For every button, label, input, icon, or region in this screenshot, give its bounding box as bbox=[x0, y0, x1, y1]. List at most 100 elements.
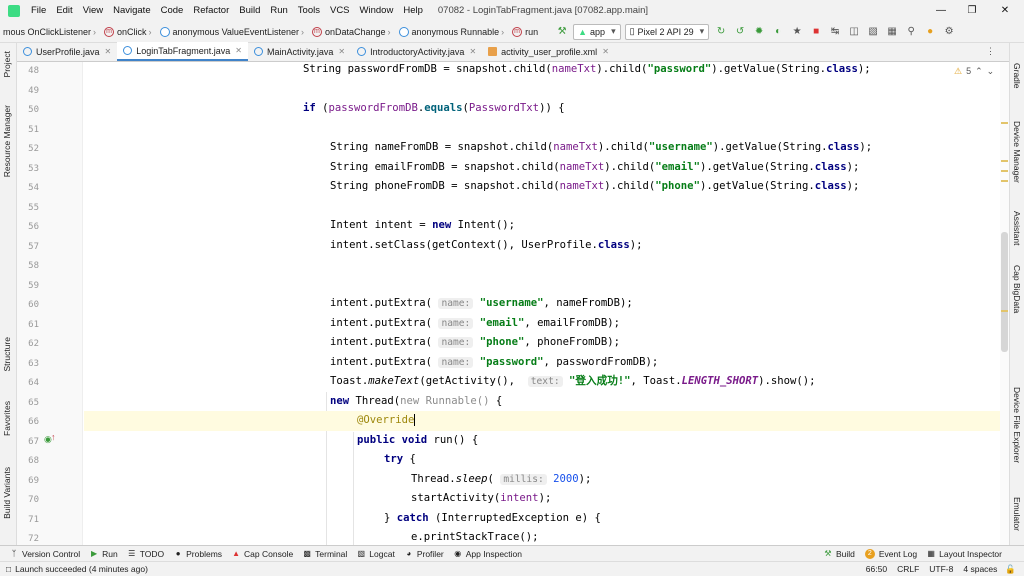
menu-code[interactable]: Code bbox=[156, 0, 189, 21]
debug-icon[interactable]: ✹ bbox=[752, 25, 766, 39]
sync-icon[interactable]: ↹ bbox=[828, 25, 842, 39]
line-separator[interactable]: CRLF bbox=[897, 564, 919, 574]
warning-marker[interactable] bbox=[1001, 310, 1008, 312]
menu-vcs[interactable]: VCS bbox=[325, 0, 355, 21]
warning-marker[interactable] bbox=[1001, 122, 1008, 124]
terminal-button[interactable]: ▩ Terminal bbox=[303, 549, 347, 559]
layout-inspector-button[interactable]: ▦ Layout Inspector bbox=[927, 549, 1002, 559]
minimize-icon[interactable]: — bbox=[926, 0, 956, 21]
play-icon: ▶ bbox=[91, 549, 98, 558]
structure-panel-button[interactable]: Structure bbox=[2, 337, 12, 372]
cap-bigdata-panel-button[interactable]: Cap BigData bbox=[1012, 265, 1022, 313]
status-message[interactable]: Launch succeeded (4 minutes ago) bbox=[15, 564, 148, 574]
build-button[interactable]: ⚒ Build bbox=[824, 549, 855, 559]
menu-refactor[interactable]: Refactor bbox=[188, 0, 234, 21]
apply-changes-icon[interactable]: ↺ bbox=[733, 25, 747, 39]
line-number: 58 bbox=[28, 261, 39, 271]
run-config-select[interactable]: ▲ app ▾ bbox=[573, 23, 621, 40]
menu-help[interactable]: Help bbox=[398, 0, 428, 21]
run-button[interactable]: ▶ Run bbox=[90, 549, 118, 559]
layout-inspector-icon: ▦ bbox=[927, 549, 935, 558]
override-marker-icon[interactable]: ↑ bbox=[51, 432, 56, 442]
close-tab-icon[interactable]: ✕ bbox=[469, 47, 476, 56]
indent-setting[interactable]: 4 spaces bbox=[963, 564, 997, 574]
profiler-button[interactable]: ◕ Profiler bbox=[405, 549, 443, 559]
close-icon[interactable]: ✕ bbox=[990, 0, 1020, 21]
menu-tools[interactable]: Tools bbox=[293, 0, 325, 21]
version-control-button[interactable]: ᛉ Version Control bbox=[10, 549, 81, 559]
phone-icon: ▯ bbox=[629, 26, 635, 36]
menu-window[interactable]: Window bbox=[355, 0, 399, 21]
tab-mainactivity[interactable]: MainActivity.java ✕ bbox=[248, 42, 351, 61]
close-tab-icon[interactable]: ✕ bbox=[105, 47, 112, 56]
problems-button[interactable]: ● Problems bbox=[174, 549, 222, 559]
breadcrumb-item[interactable]: m run bbox=[509, 26, 541, 37]
event-log-button[interactable]: 2 Event Log bbox=[864, 548, 917, 559]
resource-manager-panel-button[interactable]: Resource Manager bbox=[2, 105, 12, 177]
cap-console-button[interactable]: ▲ Cap Console bbox=[232, 549, 293, 559]
profile-icon[interactable]: ◐ bbox=[771, 25, 785, 39]
warning-marker[interactable] bbox=[1001, 180, 1008, 182]
hammer-icon[interactable]: ⚒ bbox=[555, 25, 569, 39]
line-number: 70 bbox=[28, 495, 39, 505]
editor-scrollbar[interactable] bbox=[1000, 62, 1009, 545]
todo-button[interactable]: ☰ TODO bbox=[128, 549, 164, 559]
menu-file[interactable]: File bbox=[26, 0, 51, 21]
tab-overflow-icon[interactable]: ⋮ bbox=[986, 46, 995, 57]
scrollbar-thumb[interactable] bbox=[1001, 232, 1008, 352]
logcat-icon: ▧ bbox=[357, 549, 366, 558]
device-select[interactable]: ▯ Pixel 2 API 29 ▾ bbox=[624, 23, 710, 40]
device-manager-panel-button[interactable]: Device Manager bbox=[1012, 121, 1022, 183]
file-encoding[interactable]: UTF-8 bbox=[929, 564, 953, 574]
warning-marker[interactable] bbox=[1001, 170, 1008, 172]
breadcrumb-item[interactable]: anonymous ValueEventListener › bbox=[157, 26, 309, 37]
project-panel-button[interactable]: Project bbox=[2, 51, 12, 77]
favorites-panel-button[interactable]: Favorites bbox=[2, 401, 12, 436]
logcat-button[interactable]: ▧ Logcat bbox=[357, 549, 395, 559]
chevron-up-icon[interactable]: ⌃ bbox=[975, 66, 983, 77]
restore-icon[interactable]: ❐ bbox=[957, 0, 987, 21]
caret-position[interactable]: 66:50 bbox=[866, 564, 887, 574]
inspection-widget[interactable]: ⚠ 5 ⌃ ⌄ bbox=[954, 66, 994, 77]
breadcrumb-item[interactable]: m onDataChange › bbox=[309, 26, 396, 37]
attach-debugger-icon[interactable]: ★ bbox=[790, 25, 804, 39]
breadcrumb-item[interactable]: mous OnClickListener › bbox=[0, 27, 101, 37]
menu-view[interactable]: View bbox=[78, 0, 108, 21]
update-icon[interactable]: ● bbox=[923, 25, 937, 39]
close-tab-icon[interactable]: ✕ bbox=[338, 47, 345, 56]
chevron-down-icon[interactable]: ⌄ bbox=[987, 66, 995, 77]
stop-icon[interactable]: ■ bbox=[809, 25, 823, 39]
lock-icon[interactable]: 🔓 bbox=[1005, 564, 1016, 575]
device-file-explorer-panel-button[interactable]: Device File Explorer bbox=[1012, 387, 1022, 463]
app-inspection-button[interactable]: ◉ App Inspection bbox=[454, 549, 522, 559]
sdk-manager-icon[interactable]: ▧ bbox=[866, 25, 880, 39]
tab-userprofile[interactable]: UserProfile.java ✕ bbox=[17, 42, 117, 61]
tab-introductoryactivity[interactable]: IntroductoryActivity.java ✕ bbox=[351, 42, 482, 61]
tab-activity-user-profile-xml[interactable]: activity_user_profile.xml ✕ bbox=[482, 42, 615, 61]
build-variants-panel-button[interactable]: Build Variants bbox=[2, 467, 12, 519]
close-tab-icon[interactable]: ✕ bbox=[602, 47, 609, 56]
warning-marker[interactable] bbox=[1001, 160, 1008, 162]
breadcrumb-item[interactable]: anonymous Runnable › bbox=[396, 26, 510, 37]
menu-run[interactable]: Run bbox=[265, 0, 292, 21]
line-number: 60 bbox=[28, 300, 39, 310]
search-icon[interactable]: ⚲ bbox=[904, 25, 918, 39]
method-icon: m bbox=[512, 26, 523, 37]
settings-icon[interactable]: ⚙ bbox=[942, 25, 956, 39]
gradle-panel-button[interactable]: Gradle bbox=[1012, 63, 1022, 89]
menu-build[interactable]: Build bbox=[234, 0, 265, 21]
assistant-panel-button[interactable]: Assistant bbox=[1012, 211, 1022, 246]
breadcrumb-item[interactable]: m onClick › bbox=[101, 26, 157, 37]
code-line-48: String passwordFromDB = snapshot.child(n… bbox=[303, 63, 871, 75]
menu-navigate[interactable]: Navigate bbox=[108, 0, 156, 21]
code-line-66: @Override bbox=[357, 414, 416, 426]
rerun-icon[interactable]: ↻ bbox=[714, 25, 728, 39]
emulator-panel-button[interactable]: Emulator bbox=[1012, 497, 1022, 531]
device-manager-icon[interactable]: ◫ bbox=[847, 25, 861, 39]
class-icon bbox=[123, 46, 133, 55]
tab-logintabfragment[interactable]: LoginTabFragment.java ✕ bbox=[117, 42, 248, 61]
menu-edit[interactable]: Edit bbox=[51, 0, 77, 21]
layout-inspector-icon[interactable]: ▦ bbox=[885, 25, 899, 39]
code-editor[interactable]: String passwordFromDB = snapshot.child(n… bbox=[84, 62, 1000, 545]
close-tab-icon[interactable]: ✕ bbox=[235, 46, 242, 55]
